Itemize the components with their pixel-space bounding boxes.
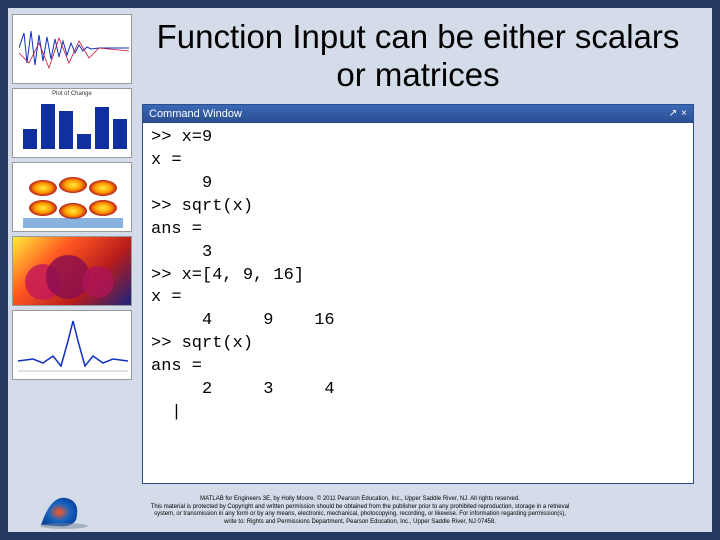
undock-icon[interactable]: ↗ (669, 108, 677, 119)
command-window: Command Window ↗ × >> x=9 x = 9 >> sqrt(… (142, 104, 694, 484)
footer-line3: system, or transmission in any form or b… (48, 511, 672, 519)
line-peak-icon (13, 311, 132, 380)
thumb-signal-plot (12, 14, 132, 84)
command-window-titlebar: Command Window ↗ × (143, 105, 693, 123)
slide: Plot of Change (8, 8, 712, 532)
surface-icon (13, 163, 132, 232)
command-window-title: Command Window (149, 108, 242, 120)
window-buttons: ↗ × (669, 108, 687, 119)
thumb-surface-plot (12, 162, 132, 232)
slide-title: Function Input can be either scalars or … (142, 12, 694, 104)
thumb-fractal-image (12, 236, 132, 306)
footer: MATLAB for Engineers 3E, by Holly Moore.… (8, 492, 712, 532)
content-area: Function Input can be either scalars or … (138, 8, 712, 492)
close-icon[interactable]: × (681, 108, 687, 119)
signal-icon (19, 23, 129, 73)
command-window-body[interactable]: >> x=9 x = 9 >> sqrt(x) ans = 3 >> x=[4,… (143, 123, 693, 483)
fractal-icon (13, 237, 132, 306)
bar-icon (23, 99, 127, 149)
thumb-bar-chart: Plot of Change (12, 88, 132, 158)
main-area: Plot of Change (8, 8, 712, 492)
thumb-bar-label: Plot of Change (13, 91, 131, 97)
footer-line1: MATLAB for Engineers 3E, by Holly Moore.… (48, 496, 672, 504)
footer-line4: write to: Rights and Permissions Departm… (48, 519, 672, 527)
sidebar-thumbnails: Plot of Change (8, 8, 138, 492)
thumb-line-peak-plot (12, 310, 132, 380)
footer-line2: This material is protected by Copyright … (48, 504, 672, 512)
matlab-membrane-icon (36, 490, 96, 530)
